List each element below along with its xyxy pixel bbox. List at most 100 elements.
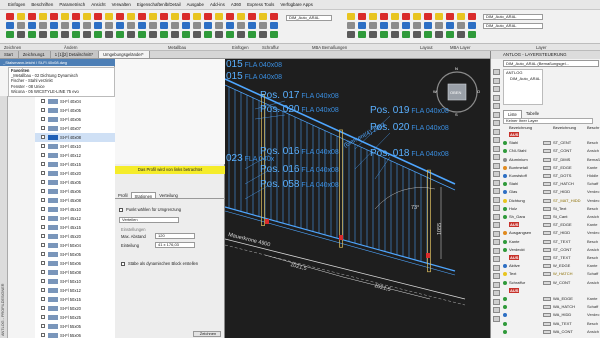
layer-tool-icon[interactable] xyxy=(493,86,500,92)
layer-tree-item[interactable]: DIM_Auto_ARAL xyxy=(504,76,542,82)
ribbon-tool-icon[interactable] xyxy=(6,13,14,20)
ribbon-tool-icon[interactable] xyxy=(72,22,80,29)
profile-checkbox[interactable] xyxy=(41,243,45,247)
dim-style-combo[interactable]: DIM_Auto_ARAL xyxy=(286,15,332,21)
layer-tool-icon[interactable] xyxy=(493,256,500,262)
layer-tool-icon[interactable] xyxy=(493,264,500,271)
layer-search-input[interactable]: Keiner Ihrer Layer xyxy=(503,118,593,124)
max-spacing-input[interactable]: 120 xyxy=(155,233,195,239)
ribbon-tool-icon[interactable] xyxy=(193,31,201,38)
layer-row[interactable]: Ausgangsen ST_HIDD Verdec xyxy=(503,230,600,237)
profile-row[interactable]: St-Fl 50x15 xyxy=(35,295,115,304)
ribbon-tool-icon[interactable] xyxy=(446,22,454,29)
ribbon-tool-icon[interactable] xyxy=(193,13,201,20)
layer-row[interactable]: Glas ST_HIDD Verdec xyxy=(503,189,600,196)
layer-toggle-icon[interactable] xyxy=(543,313,551,318)
ribbon-tool-icon[interactable] xyxy=(237,31,245,38)
profile-checkbox[interactable] xyxy=(41,216,45,220)
point-option-checkbox[interactable] xyxy=(119,208,123,212)
layer-status-icon[interactable] xyxy=(503,157,507,162)
ribbon-tool-icon[interactable] xyxy=(468,22,476,29)
profile-checkbox[interactable] xyxy=(41,153,45,157)
layer-status-icon[interactable] xyxy=(503,305,507,310)
profile-row[interactable]: St-Fl 50x25 xyxy=(35,313,115,322)
layer-toggle-icon[interactable] xyxy=(543,215,551,219)
layer-status-icon[interactable] xyxy=(503,239,507,244)
ribbon-tool-icon[interactable] xyxy=(39,22,47,29)
layer-toggle-icon[interactable] xyxy=(543,182,551,187)
layer-tool-icon[interactable] xyxy=(493,307,500,313)
profile-checkbox[interactable] xyxy=(41,198,45,202)
profile-row[interactable]: St-Fl 45x20 xyxy=(35,232,115,241)
profile-row[interactable]: St-Fl 40x07 xyxy=(35,124,115,133)
ribbon-tool-icon[interactable] xyxy=(226,22,234,29)
profile-checkbox[interactable] xyxy=(41,207,45,211)
ribbon-tool-icon[interactable] xyxy=(28,22,36,29)
ribbon-tool-icon[interactable] xyxy=(28,31,36,38)
profile-row[interactable]: St-Fl 50x06 xyxy=(35,259,115,268)
layer-row[interactable]: WA_TEXT Besch xyxy=(503,321,600,328)
layer-row[interactable]: WA_EDGE Kante xyxy=(503,296,600,303)
ribbon-tool-icon[interactable] xyxy=(105,22,113,29)
ribbon-tool-icon[interactable] xyxy=(17,22,25,29)
ribbon-tool-icon[interactable] xyxy=(402,13,410,20)
ribbon-tool-icon[interactable] xyxy=(138,31,146,38)
menu-item[interactable]: Express Tools xyxy=(247,2,274,7)
compass-north[interactable]: N xyxy=(455,66,458,71)
ribbon-tool-icon[interactable] xyxy=(39,31,47,38)
ribbon-tool-icon[interactable] xyxy=(347,22,355,29)
ribbon-tool-icon[interactable] xyxy=(171,31,179,38)
menu-item[interactable]: Add-ins xyxy=(210,2,225,7)
layer-row[interactable]: WA_CONT Ansich xyxy=(503,329,600,336)
ribbon-tool-icon[interactable] xyxy=(105,31,113,38)
ribbon-tool-icon[interactable] xyxy=(369,22,377,29)
layer-row[interactable]: Aktive W_EDGE Kante xyxy=(503,263,600,270)
profile-checkbox[interactable] xyxy=(41,234,45,238)
profile-checkbox[interactable] xyxy=(41,297,45,301)
layer-row[interactable]: Schraffur W_CONT Ansich xyxy=(503,280,600,287)
ribbon-tool-icon[interactable] xyxy=(127,31,135,38)
profile-row[interactable]: St-Fl 40x15 xyxy=(35,160,115,169)
document-tab[interactable]: 1 [1][2] Detailschnitt* xyxy=(50,51,100,58)
profile-row[interactable]: St-Fl 40x10 xyxy=(35,142,115,151)
layer-tool-icon[interactable] xyxy=(493,196,500,203)
layer-status-icon[interactable] xyxy=(503,198,507,203)
ribbon-tool-icon[interactable] xyxy=(248,22,256,29)
ribbon-tool-icon[interactable] xyxy=(116,31,124,38)
profile-row[interactable]: St-Fl 55x06 xyxy=(35,331,115,338)
layer-toggle-icon[interactable] xyxy=(543,280,551,285)
ribbon-tool-icon[interactable] xyxy=(17,13,25,20)
ribbon-tool-icon[interactable] xyxy=(149,13,157,20)
layer-row[interactable]: AUS ST_EDGE Kante xyxy=(503,222,600,229)
profile-row[interactable]: St-Fl 50x05 xyxy=(35,250,115,259)
layer-status-icon[interactable] xyxy=(503,329,507,334)
profile-checkbox[interactable] xyxy=(41,126,45,130)
ribbon-tool-icon[interactable] xyxy=(259,31,267,38)
profile-checkbox[interactable] xyxy=(41,270,45,274)
layer-toggle-icon[interactable] xyxy=(543,297,551,301)
ribbon-tool-icon[interactable] xyxy=(391,31,399,38)
dialog-tab[interactable]: Verteilung xyxy=(156,192,181,198)
ribbon-tool-icon[interactable] xyxy=(259,22,267,29)
layer-status-icon[interactable] xyxy=(503,182,507,187)
layer-toggle-icon[interactable] xyxy=(543,198,551,203)
ribbon-tool-icon[interactable] xyxy=(193,22,201,29)
layer-tool-icon[interactable] xyxy=(493,239,500,245)
profile-checkbox[interactable] xyxy=(41,99,45,103)
layer-toggle-icon[interactable] xyxy=(543,239,551,244)
layer-row[interactable]: AUS ST_TEXT Besch xyxy=(503,255,600,262)
ribbon-tool-icon[interactable] xyxy=(424,22,432,29)
ribbon-tool-icon[interactable] xyxy=(61,31,69,38)
ribbon-tool-icon[interactable] xyxy=(270,31,278,38)
profile-row[interactable]: St-Fl 50x12 xyxy=(35,286,115,295)
dynamic-block-checkbox[interactable] xyxy=(121,262,125,266)
ribbon-tool-icon[interactable] xyxy=(39,13,47,20)
ribbon-tool-icon[interactable] xyxy=(369,13,377,20)
layer-tool-icon[interactable] xyxy=(493,213,500,220)
ribbon-tool-icon[interactable] xyxy=(380,31,388,38)
layer-tool-icon[interactable] xyxy=(493,137,500,143)
profile-checkbox[interactable] xyxy=(41,288,45,292)
profile-checkbox[interactable] xyxy=(41,261,45,265)
layer-status-icon[interactable] xyxy=(503,141,507,146)
layer-tool-icon[interactable] xyxy=(493,154,500,160)
